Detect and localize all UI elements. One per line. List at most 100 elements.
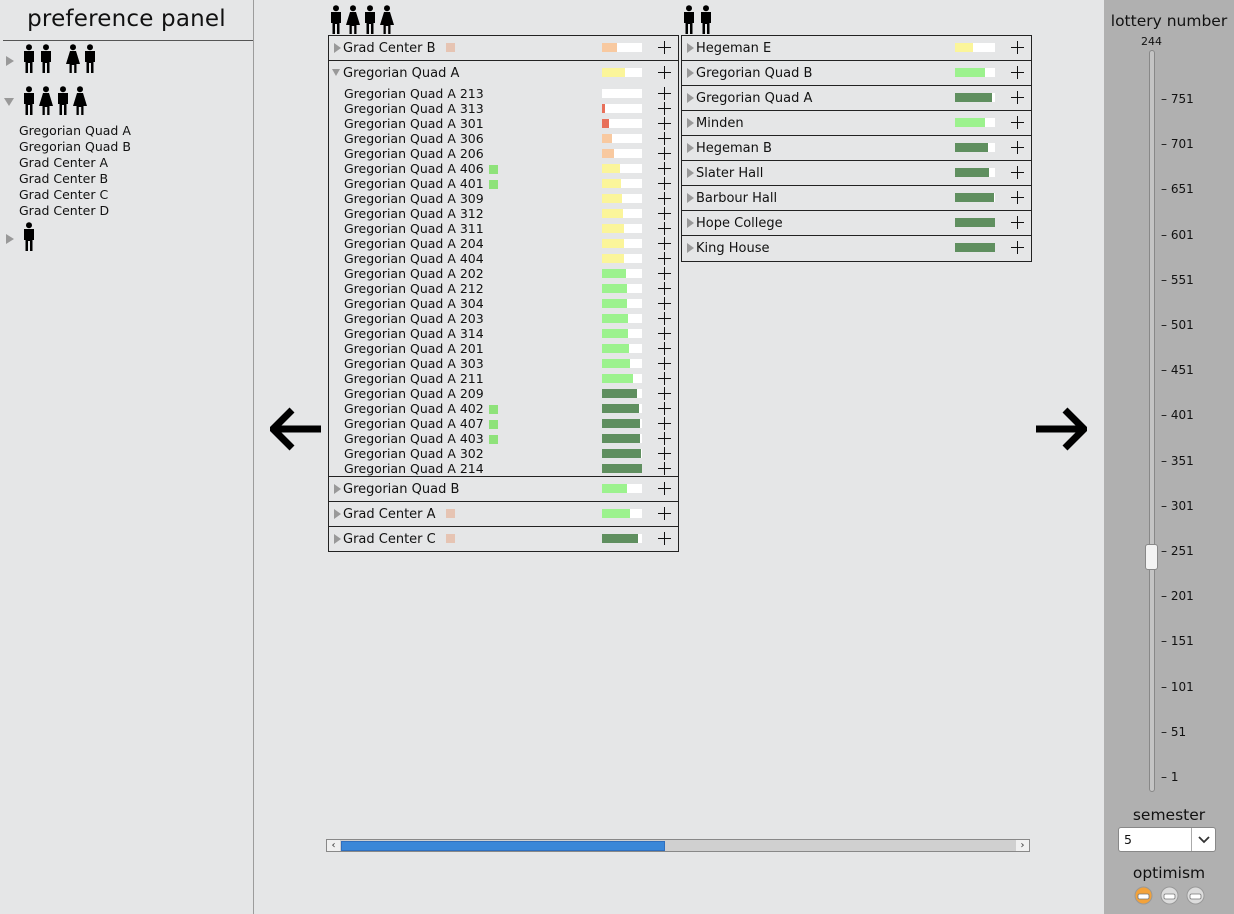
collapse-triangle-icon[interactable] xyxy=(6,234,14,244)
sub-room-label[interactable]: Gregorian Quad A 204 xyxy=(344,236,484,251)
sub-room-label[interactable]: Gregorian Quad A 311 xyxy=(344,221,484,236)
room-row[interactable]: Grad Center C xyxy=(329,527,678,552)
collapse-triangle-icon[interactable] xyxy=(687,168,694,178)
add-plus-icon[interactable] xyxy=(658,387,671,400)
add-plus-icon[interactable] xyxy=(658,207,671,220)
lottery-slider-thumb[interactable] xyxy=(1145,544,1158,570)
neutral-face-icon[interactable] xyxy=(1160,886,1179,909)
room-row[interactable]: Hope College xyxy=(682,211,1031,236)
happy-face-icon[interactable] xyxy=(1134,886,1153,909)
add-plus-icon[interactable] xyxy=(658,297,671,310)
sub-room-label[interactable]: Gregorian Quad A 303 xyxy=(344,356,484,371)
sub-room-label[interactable]: Gregorian Quad A 401 xyxy=(344,176,484,191)
arrow-left-icon[interactable] xyxy=(270,407,322,451)
add-plus-icon[interactable] xyxy=(658,462,671,475)
add-plus-icon[interactable] xyxy=(658,41,671,54)
collapse-triangle-icon[interactable] xyxy=(687,43,694,53)
add-plus-icon[interactable] xyxy=(1011,191,1024,204)
sub-room-label[interactable]: Gregorian Quad A 404 xyxy=(344,251,484,266)
add-plus-icon[interactable] xyxy=(1011,116,1024,129)
add-plus-icon[interactable] xyxy=(658,417,671,430)
collapse-triangle-icon[interactable] xyxy=(334,534,341,544)
add-plus-icon[interactable] xyxy=(658,267,671,280)
add-plus-icon[interactable] xyxy=(1011,41,1024,54)
room-row[interactable]: Hegeman B xyxy=(682,136,1031,161)
add-plus-icon[interactable] xyxy=(658,312,671,325)
preference-group-people[interactable] xyxy=(21,44,99,78)
add-plus-icon[interactable] xyxy=(658,372,671,385)
add-plus-icon[interactable] xyxy=(658,507,671,520)
expand-triangle-icon[interactable] xyxy=(4,98,14,106)
add-plus-icon[interactable] xyxy=(658,432,671,445)
sub-room-label[interactable]: Gregorian Quad A 304 xyxy=(344,296,484,311)
preference-item[interactable]: Grad Center C xyxy=(19,187,108,202)
room-row[interactable]: Gregorian Quad A Gregorian Quad A 213 Greg… xyxy=(329,61,678,477)
chevron-down-icon[interactable] xyxy=(1191,828,1216,851)
room-row[interactable]: Slater Hall xyxy=(682,161,1031,186)
lottery-slider-track[interactable] xyxy=(1149,50,1155,792)
collapse-triangle-icon[interactable] xyxy=(687,143,694,153)
collapse-triangle-icon[interactable] xyxy=(687,118,694,128)
add-plus-icon[interactable] xyxy=(658,222,671,235)
arrow-right-icon[interactable] xyxy=(1035,407,1087,451)
sub-room-label[interactable]: Gregorian Quad A 201 xyxy=(344,341,484,356)
preference-item[interactable]: Gregorian Quad B xyxy=(19,139,131,154)
collapse-triangle-icon[interactable] xyxy=(687,243,694,253)
collapse-triangle-icon[interactable] xyxy=(687,218,694,228)
add-plus-icon[interactable] xyxy=(658,252,671,265)
add-plus-icon[interactable] xyxy=(658,327,671,340)
add-plus-icon[interactable] xyxy=(1011,166,1024,179)
sub-room-label[interactable]: Gregorian Quad A 302 xyxy=(344,446,484,461)
add-plus-icon[interactable] xyxy=(658,357,671,370)
collapse-triangle-icon[interactable] xyxy=(6,56,14,66)
add-plus-icon[interactable] xyxy=(1011,91,1024,104)
add-plus-icon[interactable] xyxy=(658,192,671,205)
add-plus-icon[interactable] xyxy=(1011,141,1024,154)
sad-face-icon[interactable] xyxy=(1186,886,1205,909)
add-plus-icon[interactable] xyxy=(658,147,671,160)
sub-room-label[interactable]: Gregorian Quad A 202 xyxy=(344,266,484,281)
sub-room-label[interactable]: Gregorian Quad A 306 xyxy=(344,131,484,146)
room-row[interactable]: Grad Center B xyxy=(329,36,678,61)
sub-room-label[interactable]: Gregorian Quad A 209 xyxy=(344,386,484,401)
preference-item[interactable]: Grad Center A xyxy=(19,155,108,170)
scrollbar-thumb[interactable] xyxy=(341,841,665,851)
add-plus-icon[interactable] xyxy=(1011,66,1024,79)
room-row[interactable]: King House xyxy=(682,236,1031,261)
collapse-triangle-icon[interactable] xyxy=(334,509,341,519)
add-plus-icon[interactable] xyxy=(658,402,671,415)
semester-select[interactable]: 5 xyxy=(1118,827,1216,852)
add-plus-icon[interactable] xyxy=(658,342,671,355)
scroll-left-icon[interactable]: ‹ xyxy=(327,840,340,851)
expand-triangle-icon[interactable] xyxy=(332,69,340,76)
collapse-triangle-icon[interactable] xyxy=(334,43,341,53)
room-row[interactable]: Gregorian Quad B xyxy=(682,61,1031,86)
room-row[interactable]: Gregorian Quad A xyxy=(682,86,1031,111)
preference-item[interactable]: Grad Center B xyxy=(19,171,108,186)
sub-room-label[interactable]: Gregorian Quad A 214 xyxy=(344,461,484,476)
room-row[interactable]: Hegeman E xyxy=(682,36,1031,61)
preference-group-people[interactable] xyxy=(21,86,89,120)
sub-room-label[interactable]: Gregorian Quad A 213 xyxy=(344,86,484,101)
add-plus-icon[interactable] xyxy=(658,237,671,250)
add-plus-icon[interactable] xyxy=(1011,241,1024,254)
horizontal-scrollbar[interactable]: ‹ › xyxy=(326,839,1030,852)
scroll-right-icon[interactable]: › xyxy=(1016,840,1029,851)
sub-room-label[interactable]: Gregorian Quad A 203 xyxy=(344,311,484,326)
preference-item[interactable]: Gregorian Quad A xyxy=(19,123,131,138)
add-plus-icon[interactable] xyxy=(658,282,671,295)
add-plus-icon[interactable] xyxy=(658,162,671,175)
room-row[interactable]: Minden xyxy=(682,111,1031,136)
sub-room-label[interactable]: Gregorian Quad A 314 xyxy=(344,326,484,341)
add-plus-icon[interactable] xyxy=(658,87,671,100)
add-plus-icon[interactable] xyxy=(1011,216,1024,229)
sub-room-label[interactable]: Gregorian Quad A 312 xyxy=(344,206,484,221)
room-row[interactable]: Gregorian Quad B xyxy=(329,477,678,502)
add-plus-icon[interactable] xyxy=(658,532,671,545)
add-plus-icon[interactable] xyxy=(658,117,671,130)
sub-room-label[interactable]: Gregorian Quad A 309 xyxy=(344,191,484,206)
collapse-triangle-icon[interactable] xyxy=(687,193,694,203)
sub-room-label[interactable]: Gregorian Quad A 301 xyxy=(344,116,484,131)
sub-room-label[interactable]: Gregorian Quad A 212 xyxy=(344,281,484,296)
sub-room-label[interactable]: Gregorian Quad A 313 xyxy=(344,101,484,116)
